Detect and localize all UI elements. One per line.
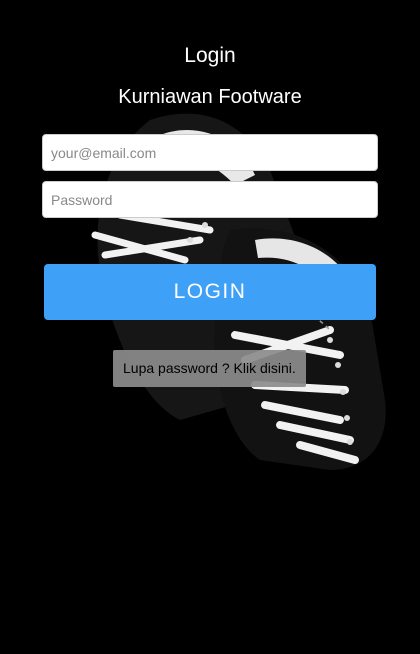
password-field[interactable] [42, 181, 378, 218]
page-title: Login [184, 44, 236, 67]
store-name: Kurniawan Footware [118, 86, 302, 108]
login-button[interactable]: LOGIN [44, 264, 376, 320]
forgot-password-link[interactable]: Lupa password ? Klik disini. [113, 350, 306, 387]
email-field[interactable] [42, 134, 378, 171]
login-screen: Login Kurniawan Footware LOGIN Lupa pass… [0, 0, 420, 654]
